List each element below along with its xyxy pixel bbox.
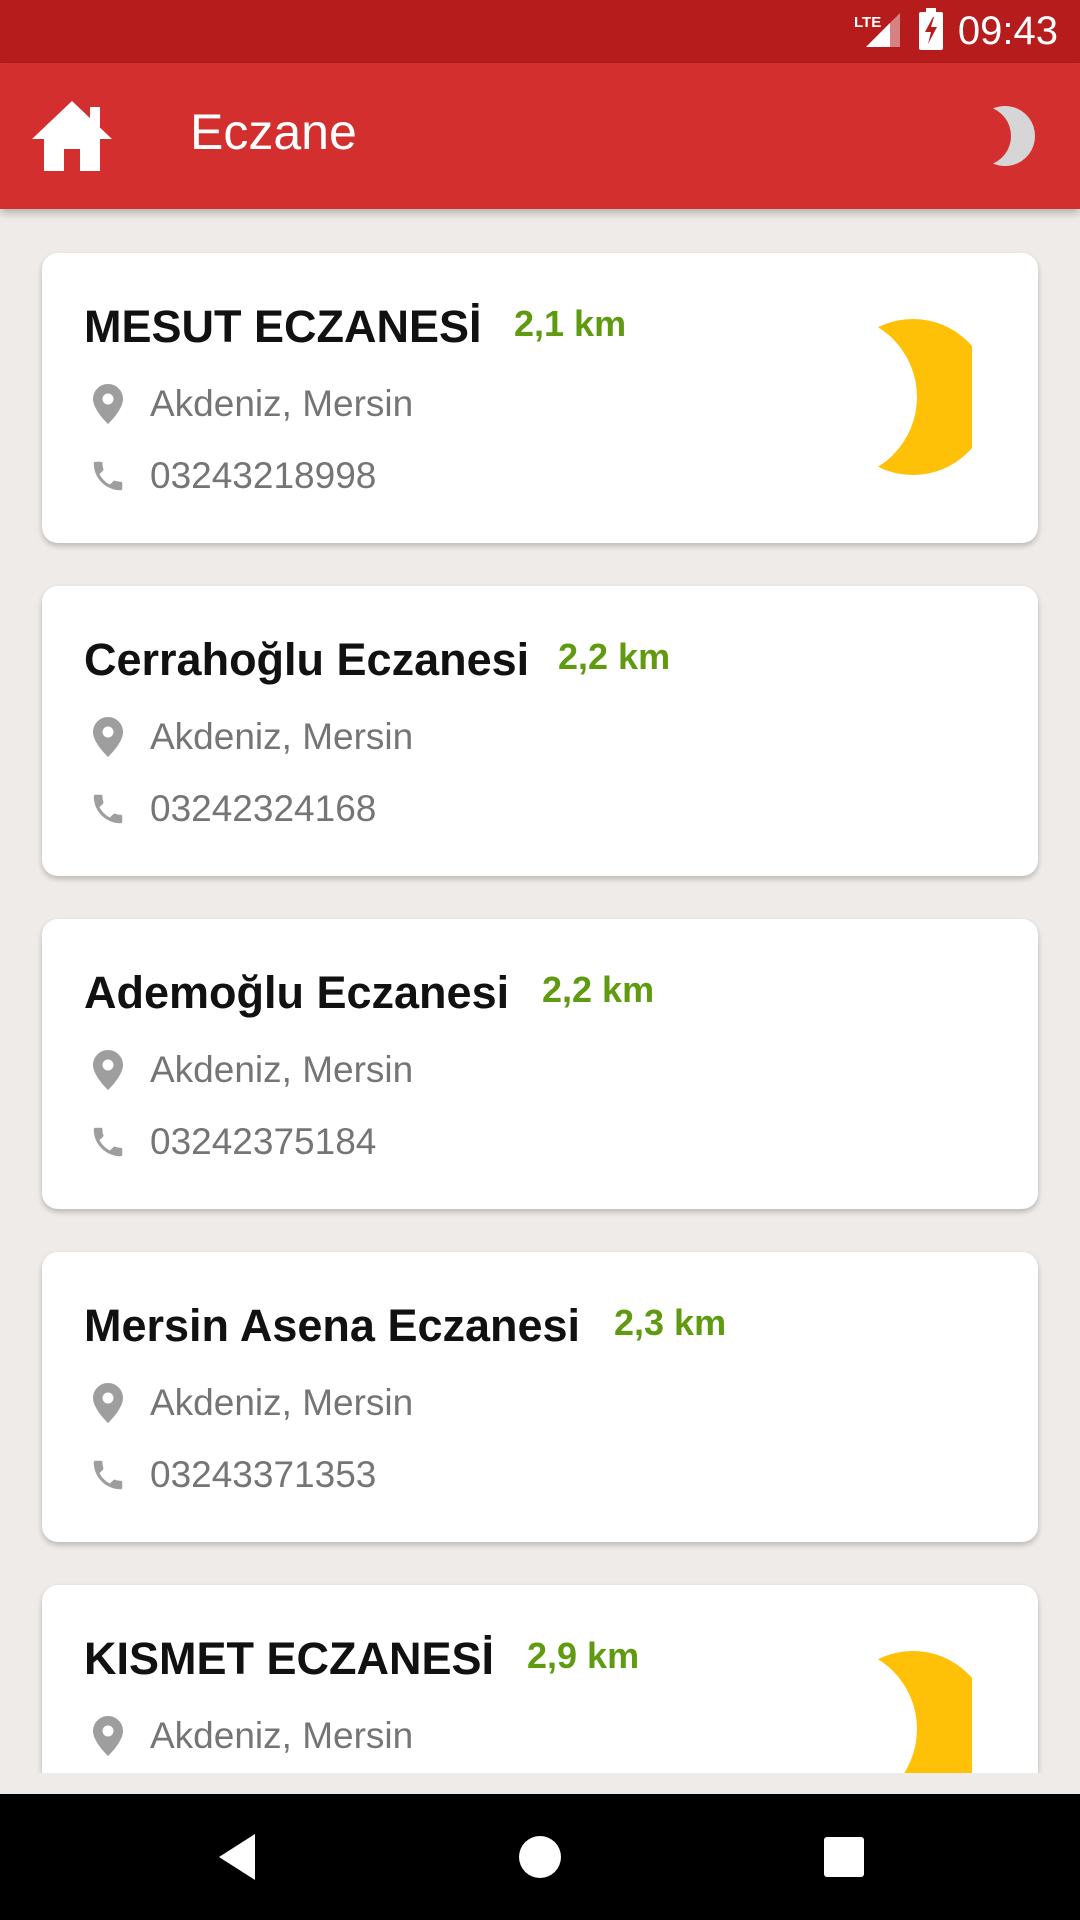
pharmacy-location-row: Akdeniz, Mersin: [88, 1711, 413, 1761]
location-pin-icon: [88, 1047, 128, 1093]
pharmacy-card[interactable]: KISMET ECZANESİ 2,9 km Akdeniz, Mersin: [42, 1585, 1038, 1773]
home-nav-button[interactable]: [480, 1794, 600, 1920]
location-pin-icon: [88, 1713, 128, 1759]
clock: 09:43: [957, 9, 1058, 53]
pharmacy-card[interactable]: Mersin Asena Eczanesi 2,3 km Akdeniz, Me…: [42, 1252, 1038, 1542]
pharmacy-location: Akdeniz, Mersin: [150, 383, 414, 424]
battery-charging-icon: [918, 8, 944, 55]
pharmacy-phone-row[interactable]: 03243218998: [88, 451, 376, 501]
pharmacy-location-row: Akdeniz, Mersin: [88, 712, 413, 762]
navigation-bar: [0, 1794, 1080, 1920]
home-button[interactable]: [30, 97, 114, 175]
pharmacy-location-row: Akdeniz, Mersin: [88, 379, 413, 429]
pharmacy-phone-row[interactable]: 03243371353: [88, 1450, 376, 1500]
pharmacy-card[interactable]: MESUT ECZANESİ 2,1 km Akdeniz, Mersin 03…: [42, 253, 1038, 543]
home-icon: [32, 101, 112, 171]
app-bar: Eczane: [0, 63, 1080, 209]
pharmacy-distance: 2,2 km: [542, 969, 655, 1010]
pharmacy-location: Akdeniz, Mersin: [150, 716, 414, 757]
night-duty-moon-icon: [837, 317, 972, 477]
pharmacy-name: Ademoğlu Eczanesi: [84, 967, 510, 1018]
pharmacy-distance: 2,9 km: [527, 1635, 640, 1676]
recents-square-icon: [824, 1837, 864, 1877]
home-circle-icon: [519, 1836, 561, 1878]
night-mode-button[interactable]: [951, 97, 1035, 175]
pharmacy-name: MESUT ECZANESİ: [84, 301, 482, 352]
pharmacy-location-row: Akdeniz, Mersin: [88, 1045, 413, 1095]
pharmacy-card[interactable]: Ademoğlu Eczanesi 2,2 km Akdeniz, Mersin…: [42, 919, 1038, 1209]
pharmacy-location-row: Akdeniz, Mersin: [88, 1378, 413, 1428]
pharmacy-name: KISMET ECZANESİ: [84, 1633, 495, 1684]
pharmacy-distance: 2,1 km: [514, 303, 627, 344]
night-duty-moon-icon: [837, 1649, 972, 1773]
location-pin-icon: [88, 1380, 128, 1426]
pharmacy-phone-row[interactable]: 03242375184: [88, 1117, 376, 1167]
back-button[interactable]: [177, 1794, 297, 1920]
pharmacy-phone: 03243371353: [150, 1454, 377, 1495]
phone-icon: [88, 786, 128, 832]
pharmacy-phone: 03243218998: [150, 455, 377, 496]
phone-icon: [88, 453, 128, 499]
recents-button[interactable]: [784, 1794, 904, 1920]
pharmacy-list[interactable]: MESUT ECZANESİ 2,1 km Akdeniz, Mersin 03…: [0, 209, 1080, 1773]
back-icon: [219, 1834, 255, 1880]
pharmacy-distance: 2,3 km: [614, 1302, 727, 1343]
pharmacy-card[interactable]: Cerrahoğlu Eczanesi 2,2 km Akdeniz, Mers…: [42, 586, 1038, 876]
pharmacy-name: Cerrahoğlu Eczanesi: [84, 634, 530, 685]
lte-signal-icon: LTE: [854, 9, 904, 54]
pharmacy-location: Akdeniz, Mersin: [150, 1382, 414, 1423]
location-pin-icon: [88, 714, 128, 760]
location-pin-icon: [88, 381, 128, 427]
pharmacy-location: Akdeniz, Mersin: [150, 1715, 414, 1756]
pharmacy-phone-row[interactable]: 03242324168: [88, 784, 376, 834]
pharmacy-phone: 03242324168: [150, 788, 377, 829]
pharmacy-name: Mersin Asena Eczanesi: [84, 1300, 581, 1351]
pharmacy-distance: 2,2 km: [558, 636, 671, 677]
phone-icon: [88, 1452, 128, 1498]
moon-icon: [951, 106, 1035, 166]
network-label: LTE: [854, 14, 881, 31]
pharmacy-phone: 03242375184: [150, 1121, 377, 1162]
pharmacy-location: Akdeniz, Mersin: [150, 1049, 414, 1090]
page-title: Eczane: [190, 104, 357, 160]
status-bar: LTE 09:43: [0, 0, 1080, 63]
phone-icon: [88, 1119, 128, 1165]
